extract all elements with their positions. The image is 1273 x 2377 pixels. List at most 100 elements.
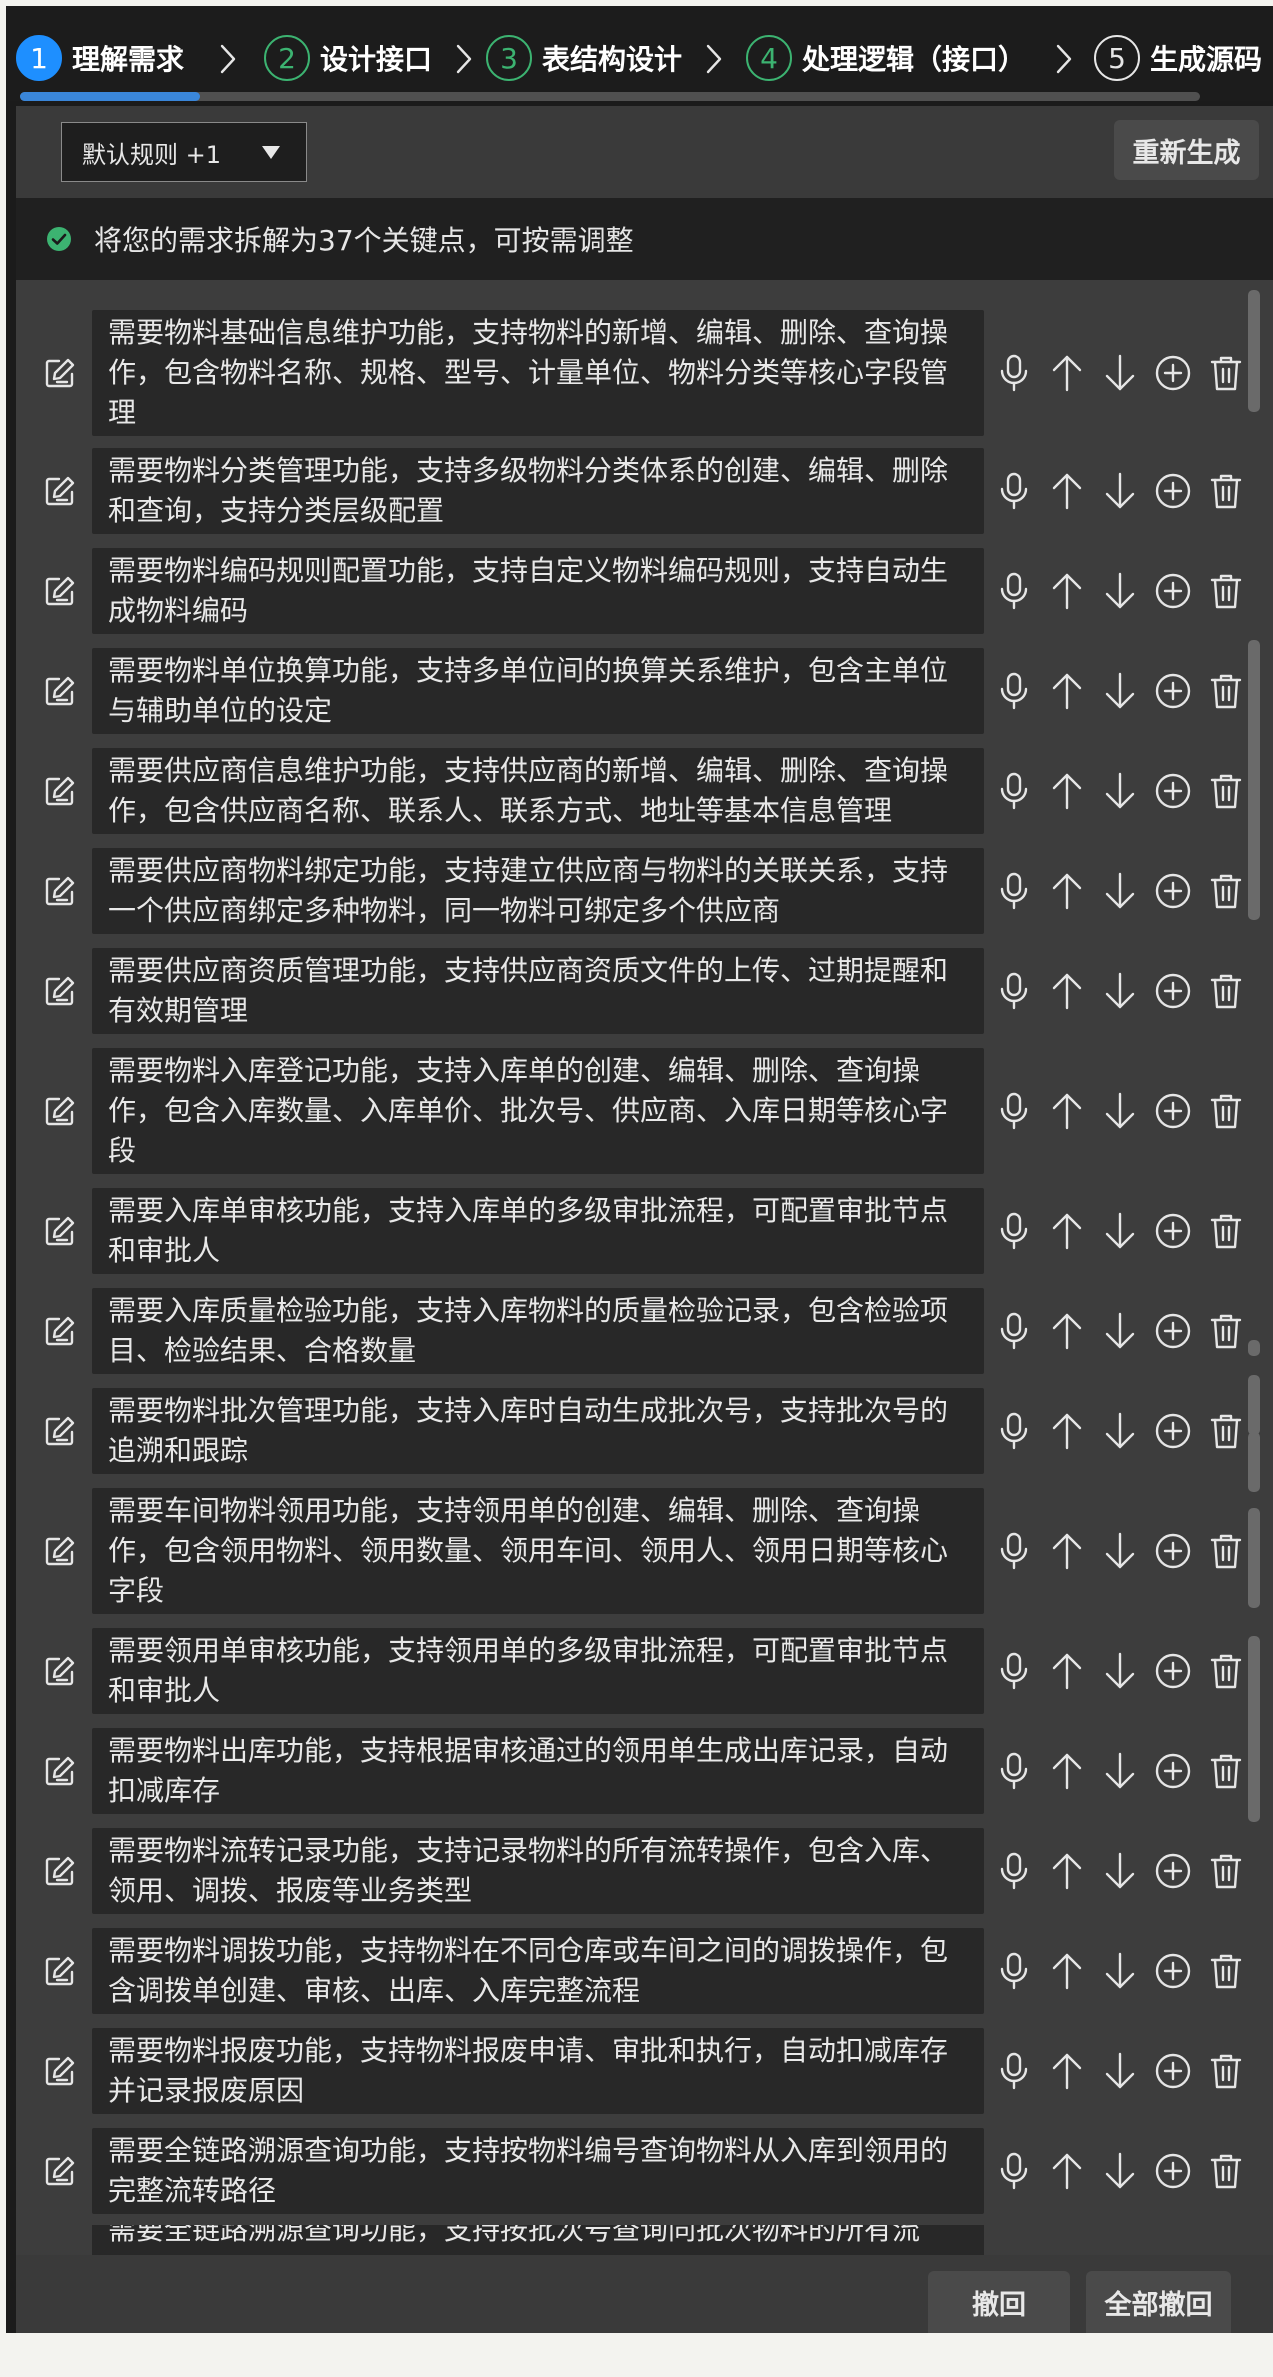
arrow-up-icon[interactable] bbox=[1047, 1951, 1087, 1991]
trash-icon[interactable] bbox=[1206, 971, 1246, 1011]
edit-icon[interactable] bbox=[42, 973, 78, 1009]
list-item-text[interactable]: 需要全链路溯源查询功能，支持按物料编号查询物料从入库到领用的完整流转路径 bbox=[92, 2128, 984, 2214]
list-item-text[interactable]: 需要领用单审核功能，支持领用单的多级审批流程，可配置审批节点和审批人 bbox=[92, 1628, 984, 1714]
scrollbar-thumb[interactable] bbox=[1248, 1375, 1260, 1435]
plus-circle-icon[interactable] bbox=[1153, 2051, 1193, 2091]
plus-circle-icon[interactable] bbox=[1153, 571, 1193, 611]
scrollbar-thumb[interactable] bbox=[1248, 1432, 1260, 1492]
arrow-up-icon[interactable] bbox=[1047, 2051, 1087, 2091]
arrow-down-icon[interactable] bbox=[1100, 971, 1140, 1011]
microphone-icon[interactable] bbox=[994, 1651, 1034, 1691]
list-item-text[interactable]: 需要物料出库功能，支持根据审核通过的领用单生成出库记录，自动扣减库存 bbox=[92, 1728, 984, 1814]
trash-icon[interactable] bbox=[1206, 1411, 1246, 1451]
plus-circle-icon[interactable] bbox=[1153, 671, 1193, 711]
microphone-icon[interactable] bbox=[994, 1531, 1034, 1571]
arrow-down-icon[interactable] bbox=[1100, 2151, 1140, 2191]
edit-icon[interactable] bbox=[42, 2153, 78, 2189]
trash-icon[interactable] bbox=[1206, 2051, 1246, 2091]
arrow-up-icon[interactable] bbox=[1047, 2151, 1087, 2191]
microphone-icon[interactable] bbox=[994, 471, 1034, 511]
rules-select[interactable]: 默认规则 +1 bbox=[61, 122, 307, 182]
arrow-up-icon[interactable] bbox=[1047, 1531, 1087, 1571]
edit-icon[interactable] bbox=[42, 1853, 78, 1889]
list-item-text[interactable]: 需要物料编码规则配置功能，支持自定义物料编码规则，支持自动生成物料编码 bbox=[92, 548, 984, 634]
arrow-up-icon[interactable] bbox=[1047, 1211, 1087, 1251]
edit-icon[interactable] bbox=[42, 773, 78, 809]
arrow-down-icon[interactable] bbox=[1100, 1411, 1140, 1451]
step-2[interactable]: 2 设计接口 bbox=[264, 32, 432, 84]
microphone-icon[interactable] bbox=[994, 1211, 1034, 1251]
plus-circle-icon[interactable] bbox=[1153, 1951, 1193, 1991]
scrollbar-thumb[interactable] bbox=[1248, 1508, 1260, 1608]
arrow-down-icon[interactable] bbox=[1100, 571, 1140, 611]
arrow-up-icon[interactable] bbox=[1047, 771, 1087, 811]
trash-icon[interactable] bbox=[1206, 1951, 1246, 1991]
arrow-up-icon[interactable] bbox=[1047, 1311, 1087, 1351]
plus-circle-icon[interactable] bbox=[1153, 1311, 1193, 1351]
microphone-icon[interactable] bbox=[994, 1951, 1034, 1991]
arrow-down-icon[interactable] bbox=[1100, 353, 1140, 393]
edit-icon[interactable] bbox=[42, 873, 78, 909]
arrow-down-icon[interactable] bbox=[1100, 1211, 1140, 1251]
list-item-text[interactable]: 需要物料基础信息维护功能，支持物料的新增、编辑、删除、查询操作，包含物料名称、规… bbox=[92, 310, 984, 436]
plus-circle-icon[interactable] bbox=[1153, 1411, 1193, 1451]
edit-icon[interactable] bbox=[42, 1213, 78, 1249]
scrollbar-thumb[interactable] bbox=[1248, 290, 1260, 412]
edit-icon[interactable] bbox=[42, 1653, 78, 1689]
arrow-up-icon[interactable] bbox=[1047, 1091, 1087, 1131]
plus-circle-icon[interactable] bbox=[1153, 1211, 1193, 1251]
arrow-down-icon[interactable] bbox=[1100, 1751, 1140, 1791]
scrollbar[interactable] bbox=[1248, 290, 1260, 2230]
plus-circle-icon[interactable] bbox=[1153, 471, 1193, 511]
scrollbar-thumb[interactable] bbox=[1248, 1340, 1260, 1356]
arrow-up-icon[interactable] bbox=[1047, 353, 1087, 393]
edit-icon[interactable] bbox=[42, 1093, 78, 1129]
microphone-icon[interactable] bbox=[994, 1851, 1034, 1891]
trash-icon[interactable] bbox=[1206, 771, 1246, 811]
microphone-icon[interactable] bbox=[994, 353, 1034, 393]
arrow-down-icon[interactable] bbox=[1100, 2051, 1140, 2091]
trash-icon[interactable] bbox=[1206, 353, 1246, 393]
trash-icon[interactable] bbox=[1206, 1851, 1246, 1891]
arrow-up-icon[interactable] bbox=[1047, 1751, 1087, 1791]
trash-icon[interactable] bbox=[1206, 1311, 1246, 1351]
list-item-text[interactable]: 需要物料入库登记功能，支持入库单的创建、编辑、删除、查询操作，包含入库数量、入库… bbox=[92, 1048, 984, 1174]
arrow-down-icon[interactable] bbox=[1100, 1531, 1140, 1571]
list-item-text[interactable]: 需要物料流转记录功能，支持记录物料的所有流转操作，包含入库、领用、调拨、报废等业… bbox=[92, 1828, 984, 1914]
plus-circle-icon[interactable] bbox=[1153, 971, 1193, 1011]
list-item-text[interactable]: 需要物料调拨功能，支持物料在不同仓库或车间之间的调拨操作，包含调拨单创建、审核、… bbox=[92, 1928, 984, 2014]
trash-icon[interactable] bbox=[1206, 471, 1246, 511]
edit-icon[interactable] bbox=[42, 1953, 78, 1989]
arrow-down-icon[interactable] bbox=[1100, 671, 1140, 711]
arrow-up-icon[interactable] bbox=[1047, 671, 1087, 711]
arrow-up-icon[interactable] bbox=[1047, 1651, 1087, 1691]
arrow-up-icon[interactable] bbox=[1047, 471, 1087, 511]
microphone-icon[interactable] bbox=[994, 2051, 1034, 2091]
microphone-icon[interactable] bbox=[994, 1091, 1034, 1131]
regenerate-button[interactable]: 重新生成 bbox=[1114, 120, 1259, 180]
microphone-icon[interactable] bbox=[994, 1411, 1034, 1451]
list-item-text[interactable]: 需要物料报废功能，支持物料报废申请、审批和执行，自动扣减库存并记录报废原因 bbox=[92, 2028, 984, 2114]
undo-button[interactable]: 撤回 bbox=[928, 2271, 1070, 2333]
plus-circle-icon[interactable] bbox=[1153, 2151, 1193, 2191]
arrow-up-icon[interactable] bbox=[1047, 1411, 1087, 1451]
arrow-down-icon[interactable] bbox=[1100, 1651, 1140, 1691]
edit-icon[interactable] bbox=[42, 673, 78, 709]
trash-icon[interactable] bbox=[1206, 1651, 1246, 1691]
list-item-text[interactable]: 需要供应商信息维护功能，支持供应商的新增、编辑、删除、查询操作，包含供应商名称、… bbox=[92, 748, 984, 834]
plus-circle-icon[interactable] bbox=[1153, 871, 1193, 911]
microphone-icon[interactable] bbox=[994, 1751, 1034, 1791]
step-3[interactable]: 3 表结构设计 bbox=[486, 32, 682, 84]
scrollbar-thumb[interactable] bbox=[1248, 1722, 1260, 1822]
list-item-text[interactable]: 需要物料批次管理功能，支持入库时自动生成批次号，支持批次号的追溯和跟踪 bbox=[92, 1388, 984, 1474]
trash-icon[interactable] bbox=[1206, 1531, 1246, 1571]
microphone-icon[interactable] bbox=[994, 871, 1034, 911]
plus-circle-icon[interactable] bbox=[1153, 353, 1193, 393]
edit-icon[interactable] bbox=[42, 473, 78, 509]
list-item-text[interactable]: 需要物料分类管理功能，支持多级物料分类体系的创建、编辑、删除和查询，支持分类层级… bbox=[92, 448, 984, 534]
step-4[interactable]: 4 处理逻辑（接口） bbox=[746, 32, 1026, 84]
arrow-down-icon[interactable] bbox=[1100, 771, 1140, 811]
plus-circle-icon[interactable] bbox=[1153, 1091, 1193, 1131]
microphone-icon[interactable] bbox=[994, 571, 1034, 611]
edit-icon[interactable] bbox=[42, 1413, 78, 1449]
